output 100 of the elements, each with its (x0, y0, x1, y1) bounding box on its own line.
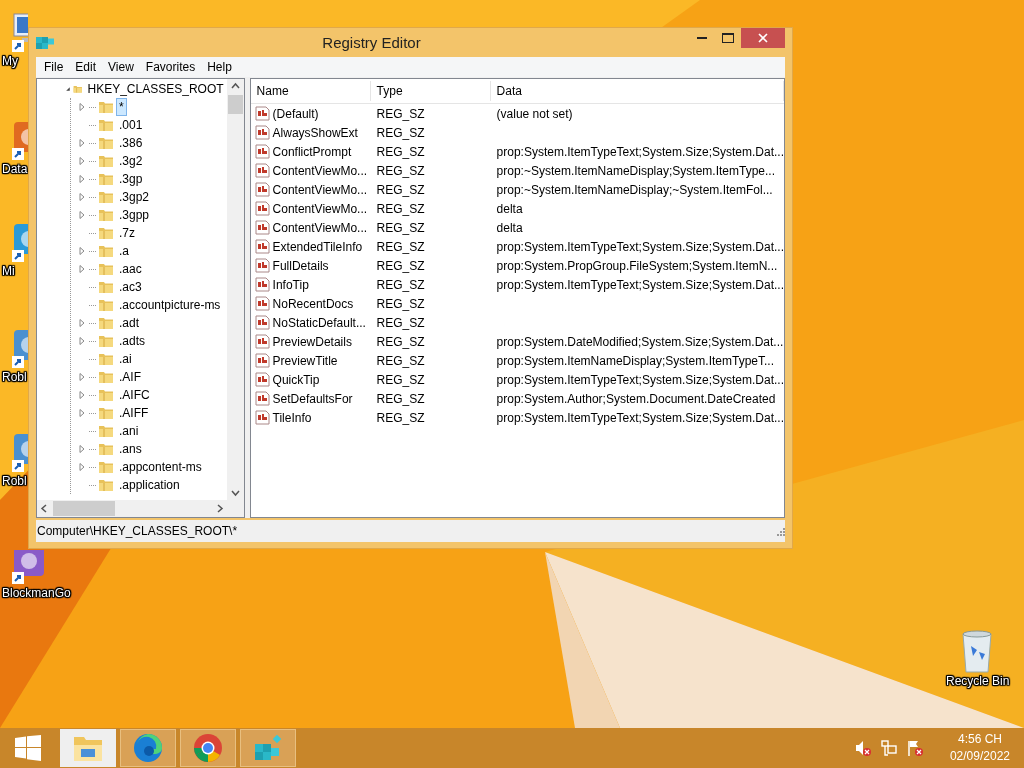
value-type: REG_SZ (375, 410, 426, 425)
tree-item[interactable]: .3gp2 (116, 188, 153, 206)
expand-icon[interactable] (77, 336, 87, 346)
string-value-icon (254, 125, 270, 140)
menu-item[interactable]: Edit (69, 60, 103, 74)
value-type: REG_SZ (375, 163, 426, 178)
value-name: AlwaysShowExt (272, 125, 358, 140)
tree-item[interactable]: HKEY_CLASSES_ROOT (84, 80, 227, 98)
horizontal-scrollbar[interactable] (37, 500, 227, 517)
expand-icon[interactable] (77, 264, 87, 274)
folder-icon (98, 189, 114, 205)
expand-icon[interactable] (77, 102, 87, 112)
value-data: prop:~System.ItemNameDisplay;~System.ItemFol... (495, 182, 774, 197)
tree-item[interactable]: .a (116, 242, 132, 260)
folder-icon (98, 351, 114, 367)
value-name: ContentViewMo... (272, 163, 368, 178)
value-data: prop:System.ItemTypeText;System.Size;System.Dat... (495, 239, 784, 254)
network-icon[interactable] (879, 739, 898, 757)
value-type: REG_SZ (375, 296, 426, 311)
tree-item[interactable]: .AIFC (116, 386, 153, 404)
folder-icon (98, 171, 114, 187)
value-data: prop:~System.ItemNameDisplay;System.ItemType... (495, 163, 776, 178)
tree-item[interactable]: .adt (116, 314, 142, 332)
value-type: REG_SZ (375, 391, 426, 406)
value-type: REG_SZ (375, 258, 426, 273)
folder-icon (98, 423, 114, 439)
menu-item[interactable]: Help (201, 60, 238, 74)
value-data: (value not set) (495, 106, 574, 121)
column-header[interactable]: Data (490, 81, 784, 101)
expand-icon[interactable] (77, 390, 87, 400)
value-type: REG_SZ (375, 334, 426, 349)
tree-item[interactable]: .aac (116, 260, 145, 278)
column-header[interactable]: Name (250, 81, 371, 101)
value-data: prop:System.PropGroup.FileSystem;System.ItemN... (495, 258, 779, 273)
folder-icon (98, 387, 114, 403)
vertical-scrollbar[interactable] (226, 79, 244, 500)
expand-icon[interactable] (77, 408, 87, 418)
value-name: FullDetails (272, 258, 329, 273)
folder-icon (98, 477, 114, 493)
speaker-muted-icon[interactable] (853, 739, 872, 757)
tree-item[interactable]: .ai (116, 350, 135, 368)
value-data: prop:System.ItemTypeText;System.Size;System.Dat... (495, 410, 784, 425)
tree-item[interactable]: .386 (116, 134, 146, 152)
value-name: NoRecentDocs (272, 296, 354, 311)
expand-icon[interactable] (77, 174, 87, 184)
tree-item[interactable]: * (116, 98, 127, 116)
expand-icon[interactable] (77, 210, 87, 220)
menu-item[interactable]: Favorites (139, 60, 202, 74)
tree-item[interactable]: .appcontent-ms (116, 458, 205, 476)
value-name: PreviewDetails (272, 334, 352, 349)
taskbar-button[interactable] (240, 729, 296, 767)
value-data: prop:System.ItemNameDisplay;System.ItemTypeT... (495, 353, 775, 368)
resize-grip-icon (775, 526, 785, 536)
value-data: prop:System.ItemTypeText;System.Size;System.Dat... (495, 144, 784, 159)
tree-item[interactable]: .3gp (116, 170, 146, 188)
folder-icon (98, 99, 114, 115)
string-value-icon (254, 182, 270, 197)
value-name: QuickTip (272, 372, 320, 387)
folder-icon (98, 117, 114, 133)
icon-label: Robl (1, 370, 27, 384)
tree-item[interactable]: .3g2 (116, 152, 146, 170)
tree-item[interactable]: .ac3 (116, 278, 145, 296)
tree-item[interactable]: .AIFF (116, 404, 152, 422)
menu-item[interactable]: View (102, 60, 140, 74)
taskbar-button[interactable] (60, 729, 116, 767)
tree-item[interactable]: .adts (116, 332, 148, 350)
menu-item[interactable]: File (38, 60, 70, 74)
folder-icon (98, 207, 114, 223)
window-title: Registry Editor (321, 34, 422, 51)
icon-label: Recycle Bin (945, 674, 1010, 688)
expand-icon[interactable] (77, 372, 87, 382)
expand-icon[interactable] (77, 246, 87, 256)
scrollbar-thumb[interactable] (53, 501, 115, 516)
icon-label: My (1, 54, 18, 68)
tree-item[interactable]: .accountpicture-ms (116, 296, 224, 314)
tree-item[interactable]: .7z (116, 224, 138, 242)
tree-item[interactable]: .001 (116, 116, 146, 134)
expand-icon[interactable] (77, 444, 87, 454)
column-header[interactable]: Type (370, 81, 491, 101)
expand-icon[interactable] (77, 318, 87, 328)
collapse-icon[interactable] (65, 84, 71, 94)
taskbar-button[interactable] (180, 729, 236, 767)
flag-icon[interactable] (905, 739, 924, 757)
value-name: (Default) (272, 106, 319, 121)
value-data: prop:System.ItemTypeText;System.Size;System.Dat... (495, 277, 784, 292)
value-type: REG_SZ (375, 125, 426, 140)
tree-item[interactable]: .ani (116, 422, 142, 440)
tree-item[interactable]: .ans (116, 440, 145, 458)
tree-item[interactable]: .3gpp (116, 206, 153, 224)
expand-icon[interactable] (77, 156, 87, 166)
string-value-icon (254, 334, 270, 349)
tree-item[interactable]: .application (116, 476, 183, 494)
expand-icon[interactable] (77, 138, 87, 148)
cubes-icon (36, 36, 54, 49)
expand-icon[interactable] (77, 462, 87, 472)
value-type: REG_SZ (375, 106, 426, 121)
expand-icon[interactable] (77, 192, 87, 202)
taskbar-button[interactable] (120, 729, 176, 767)
tree-item[interactable]: .AIF (116, 368, 144, 386)
scrollbar-thumb[interactable] (227, 95, 243, 114)
